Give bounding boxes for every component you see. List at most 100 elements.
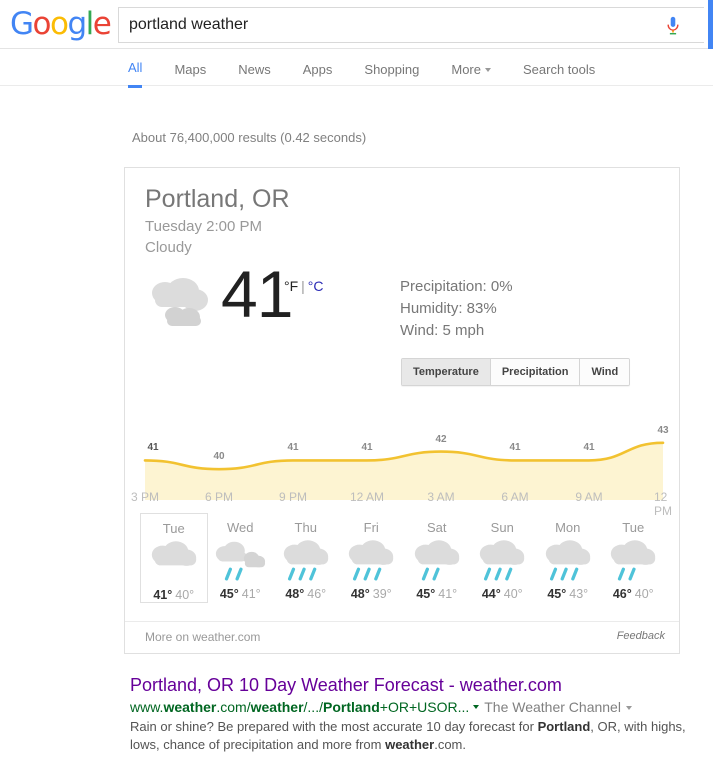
- forecast-high: 45°: [416, 587, 436, 601]
- weather-city: Portland, OR: [145, 185, 290, 213]
- forecast-day-1[interactable]: Wed 45° 41°: [208, 513, 274, 603]
- forecast-high: 45°: [219, 587, 239, 601]
- daily-forecast-row: Tue 41° 40° Wed 45° 41° Thu 48° 46° Fri 48° 39° Sat 4…: [140, 513, 666, 603]
- forecast-low: 40°: [503, 587, 523, 601]
- result-stats: About 76,400,000 results (0.42 seconds): [132, 130, 367, 145]
- nav-tab-news[interactable]: News: [238, 62, 271, 87]
- search-result: Portland, OR 10 Day Weather Forecast - w…: [130, 674, 690, 754]
- chart-point-label-2: 41: [287, 442, 299, 454]
- chart-point-label-5: 41: [509, 442, 521, 454]
- nav-tab-label: Shopping: [364, 61, 420, 77]
- forecast-high: 46°: [612, 587, 632, 601]
- forecast-low: 40°: [175, 588, 195, 602]
- chart-point-label-4: 42: [435, 433, 447, 445]
- nav-tab-search-tools[interactable]: Search tools: [523, 62, 595, 87]
- chart-point-labels: 41 40 41 41 42 41 41 43: [140, 412, 668, 462]
- weather-time: Tuesday 2:00 PM: [145, 218, 263, 235]
- rain-icon: [470, 538, 536, 585]
- weather-detail-2: Wind: 5 mph: [400, 322, 485, 339]
- forecast-day-temps: 45° 41°: [208, 587, 274, 601]
- weather-condition: Cloudy: [145, 239, 192, 256]
- logo-letter-2: o: [50, 6, 69, 42]
- nav-tab-shopping[interactable]: Shopping: [364, 62, 419, 87]
- current-temperature: 41: [221, 257, 293, 331]
- nav-tab-maps[interactable]: Maps: [174, 62, 206, 87]
- nav-tab-label: All: [128, 60, 143, 75]
- nav-tab-more[interactable]: More: [451, 62, 491, 87]
- weather-metric-toggle[interactable]: Temperature Precipitation Wind: [401, 358, 631, 386]
- forecast-low: 39°: [372, 587, 392, 601]
- forecast-day-4[interactable]: Sat 45° 41°: [404, 513, 470, 603]
- weather-card: Portland, OR Tuesday 2:00 PM Cloudy 41 °…: [124, 167, 680, 654]
- forecast-day-name: Thu: [294, 520, 317, 535]
- forecast-day-name: Wed: [227, 520, 254, 535]
- forecast-day-name: Sun: [490, 520, 514, 535]
- result-url[interactable]: www.weather.com/weather/.../Portland+OR+…: [130, 699, 469, 715]
- logo-letter-4: l: [85, 6, 95, 42]
- forecast-day-temps: 46° 40°: [601, 587, 667, 601]
- unit-celsius[interactable]: °C: [308, 278, 324, 294]
- forecast-low: 40°: [634, 587, 654, 601]
- partly-cloudy-rain-icon: [208, 538, 274, 585]
- nav-tab-label: News: [238, 61, 271, 77]
- forecast-day-7[interactable]: Tue 46° 40°: [601, 513, 667, 603]
- logo-letter-5: e: [92, 6, 112, 42]
- search-nav-tabs: All Maps News Apps Shopping More Search tools: [128, 60, 627, 88]
- chart-x-tick-5: 6 AM: [501, 490, 529, 504]
- chart-point-label-0: 41: [147, 442, 159, 454]
- result-url-line: www.weather.com/weather/.../Portland+OR+…: [130, 698, 690, 716]
- forecast-day-temps: 45° 43°: [535, 587, 601, 601]
- search-box[interactable]: [118, 7, 704, 43]
- forecast-day-0[interactable]: Tue 41° 40°: [140, 513, 208, 603]
- source-dropdown-caret-icon[interactable]: [625, 706, 632, 711]
- chevron-down-icon: [484, 68, 491, 73]
- result-source: The Weather Channel: [484, 699, 621, 715]
- unit-separator: |: [301, 278, 305, 294]
- forecast-high: 48°: [350, 587, 370, 601]
- chart-x-tick-0: 3 PM: [130, 490, 160, 504]
- nav-tab-apps[interactable]: Apps: [303, 62, 333, 87]
- search-nav-bar: All Maps News Apps Shopping More Search tools: [0, 49, 713, 88]
- nav-tab-label: More: [451, 61, 481, 77]
- url-dropdown-caret-icon[interactable]: [473, 705, 480, 710]
- metric-tab-precipitation[interactable]: Precipitation: [490, 359, 581, 385]
- microphone-icon[interactable]: [662, 14, 684, 38]
- nav-tab-all[interactable]: All: [128, 60, 143, 88]
- google-logo[interactable]: Google: [10, 6, 112, 42]
- forecast-low: 41°: [241, 587, 261, 601]
- more-on-weather-link[interactable]: More on weather.com: [145, 630, 260, 644]
- nav-tab-label: Maps: [174, 61, 207, 77]
- unit-fahrenheit[interactable]: °F: [284, 278, 298, 294]
- chart-x-tick-4: 3 AM: [427, 490, 455, 504]
- hourly-chart: 41 40 41 41 42 41 41 43: [140, 412, 669, 500]
- forecast-day-temps: 41° 40°: [141, 588, 207, 602]
- chart-x-tick-6: 9 AM: [575, 490, 603, 504]
- logo-letter-0: G: [10, 6, 34, 42]
- forecast-day-3[interactable]: Fri 48° 39°: [339, 513, 405, 603]
- forecast-day-2[interactable]: Thu 48° 46°: [273, 513, 339, 603]
- forecast-high: 48°: [285, 587, 305, 601]
- metric-tab-wind[interactable]: Wind: [580, 359, 630, 385]
- forecast-day-name: Tue: [162, 521, 185, 536]
- result-snippet: Rain or shine? Be prepared with the most…: [130, 719, 686, 752]
- forecast-day-5[interactable]: Sun 44° 40°: [470, 513, 536, 603]
- forecast-low: 46°: [307, 587, 327, 601]
- forecast-high: 44°: [481, 587, 501, 601]
- forecast-day-temps: 45° 41°: [404, 587, 470, 601]
- forecast-day-temps: 44° 40°: [470, 587, 536, 601]
- logo-letter-3: g: [67, 6, 87, 42]
- forecast-day-temps: 48° 46°: [273, 587, 339, 601]
- metric-tab-temperature[interactable]: Temperature: [402, 359, 491, 385]
- search-input[interactable]: [119, 8, 659, 42]
- result-title-link[interactable]: Portland, OR 10 Day Weather Forecast - w…: [130, 674, 690, 696]
- search-header: Google: [0, 0, 713, 49]
- forecast-day-6[interactable]: Mon 45° 43°: [535, 513, 601, 603]
- forecast-day-name: Tue: [622, 520, 645, 535]
- chart-point-label-1: 40: [213, 451, 225, 463]
- logo-letter-1: o: [32, 6, 52, 42]
- rain-icon: [535, 538, 601, 585]
- unit-toggle[interactable]: °F | °C: [284, 278, 324, 294]
- forecast-day-name: Sat: [426, 520, 447, 535]
- chart-x-tick-3: 12 AM: [349, 490, 385, 504]
- feedback-link[interactable]: Feedback: [617, 630, 665, 642]
